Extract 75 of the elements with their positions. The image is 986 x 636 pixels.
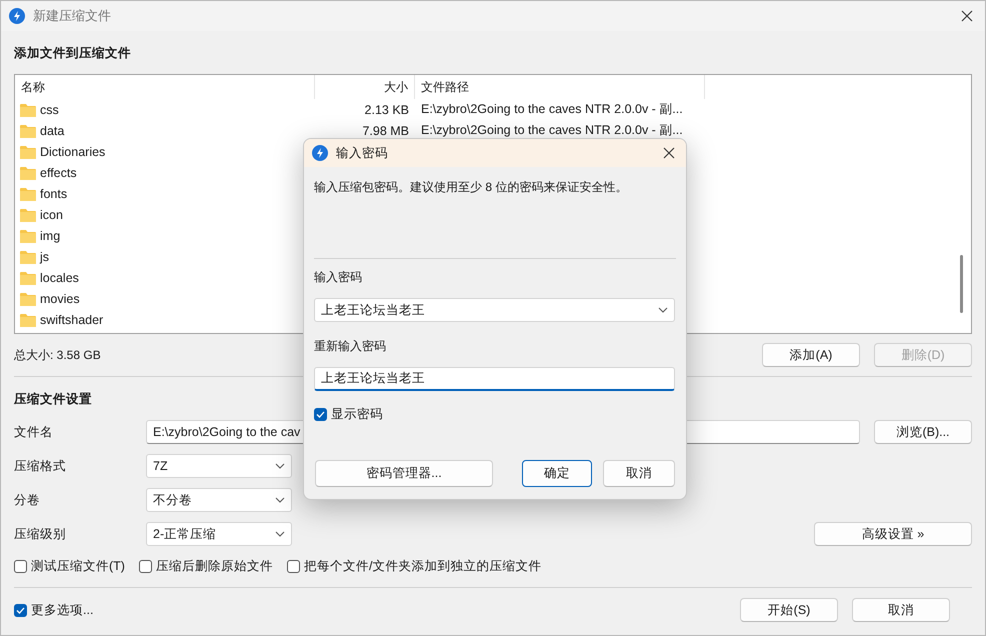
file-path: E:\zybro\2Going to the caves NTR 2.0.0v - 副...	[420, 101, 684, 118]
close-icon[interactable]	[663, 147, 675, 159]
file-name: Dictionaries	[40, 144, 106, 158]
file-name: swiftshader	[40, 312, 104, 326]
folder-icon	[20, 208, 36, 222]
dialog-title: 输入密码	[336, 144, 389, 162]
confirm-password-field[interactable]: 上老王论坛当老王	[314, 367, 675, 391]
section-heading: 添加文件到压缩文件	[14, 45, 132, 62]
column-header[interactable]: 名称	[15, 75, 315, 99]
checkbox-label: 把每个文件/文件夹添加到独立的压缩文件	[304, 558, 542, 575]
chevron-down-icon	[275, 531, 285, 537]
checkbox-label: 更多选项...	[31, 602, 94, 618]
column-header[interactable]: 大小	[315, 75, 415, 99]
field-label: 输入密码	[314, 269, 363, 286]
file-name: effects	[40, 166, 77, 180]
checkmark-icon	[16, 606, 25, 614]
file-path: E:\zybro\2Going to the caves NTR 2.0.0v - 副...	[420, 122, 684, 139]
chevron-down-icon	[275, 497, 285, 503]
scrollbar-thumb[interactable]	[960, 255, 963, 313]
folder-icon	[20, 250, 36, 264]
file-name: locales	[40, 270, 79, 284]
field-label: 分卷	[14, 492, 41, 508]
app-logo-icon	[9, 8, 25, 24]
file-name: img	[40, 228, 60, 242]
section-heading: 压缩文件设置	[14, 391, 93, 408]
checkbox[interactable]	[314, 408, 327, 421]
checkbox[interactable]	[138, 560, 152, 573]
chevron-down-icon	[275, 463, 285, 469]
checkmark-icon	[316, 411, 325, 418]
checkbox[interactable]	[14, 604, 27, 616]
folder-icon	[20, 312, 36, 326]
field-label: 压缩级别	[14, 526, 67, 542]
column-header[interactable]: 文件路径	[415, 75, 705, 99]
dialog-button[interactable]: 取消	[603, 460, 675, 487]
checkbox-label: 显示密码	[331, 406, 383, 423]
folder-icon	[20, 292, 36, 306]
file-size: 2.13 KB	[364, 102, 410, 116]
file-name: icon	[40, 208, 63, 222]
browse-button[interactable]: 浏览(B)...	[874, 420, 972, 444]
field-label: 压缩格式	[14, 458, 67, 474]
field-label: 文件名	[14, 424, 54, 440]
window-title: 新建压缩文件	[33, 7, 112, 25]
footer-button[interactable]: 取消	[852, 598, 950, 622]
dropdown[interactable]: 2-正常压缩	[146, 522, 292, 546]
folder-icon	[20, 102, 36, 116]
folder-icon	[20, 124, 36, 138]
file-name: fonts	[40, 186, 68, 200]
checkbox-label: 测试压缩文件(T)	[31, 558, 125, 575]
file-size: 7.98 MB	[361, 124, 410, 138]
dialog-message: 输入压缩包密码。建议使用至少 8 位的密码来保证安全性。	[314, 179, 628, 196]
file-name: data	[40, 124, 64, 138]
dropdown[interactable]: 7Z	[146, 454, 292, 478]
checkbox-label: 压缩后删除原始文件	[156, 558, 273, 575]
list-button[interactable]: 添加(A)	[762, 343, 860, 367]
dialog-button[interactable]: 密码管理器...	[315, 460, 493, 487]
checkbox[interactable]	[286, 560, 300, 573]
footer-button[interactable]: 开始(S)	[740, 598, 838, 622]
file-name: css	[40, 102, 59, 116]
file-name: js	[40, 250, 50, 264]
chevron-down-icon	[658, 307, 668, 313]
total-size: 总大小: 3.58 GB	[14, 346, 102, 364]
password-combo[interactable]: 上老王论坛当老王	[314, 298, 675, 322]
folder-icon	[20, 144, 36, 158]
file-name: movies	[40, 292, 80, 306]
app-logo-icon	[312, 145, 328, 161]
folder-icon	[20, 228, 36, 242]
field-label: 重新输入密码	[314, 338, 387, 355]
checkbox[interactable]	[14, 560, 27, 573]
folder-icon	[20, 270, 36, 284]
close-icon[interactable]	[961, 10, 973, 22]
folder-icon	[20, 186, 36, 200]
dialog-button[interactable]: 确定	[522, 460, 592, 487]
folder-icon	[20, 166, 36, 180]
advanced-settings-button[interactable]: 高级设置 »	[814, 522, 972, 546]
dropdown[interactable]: 不分卷	[146, 488, 292, 512]
